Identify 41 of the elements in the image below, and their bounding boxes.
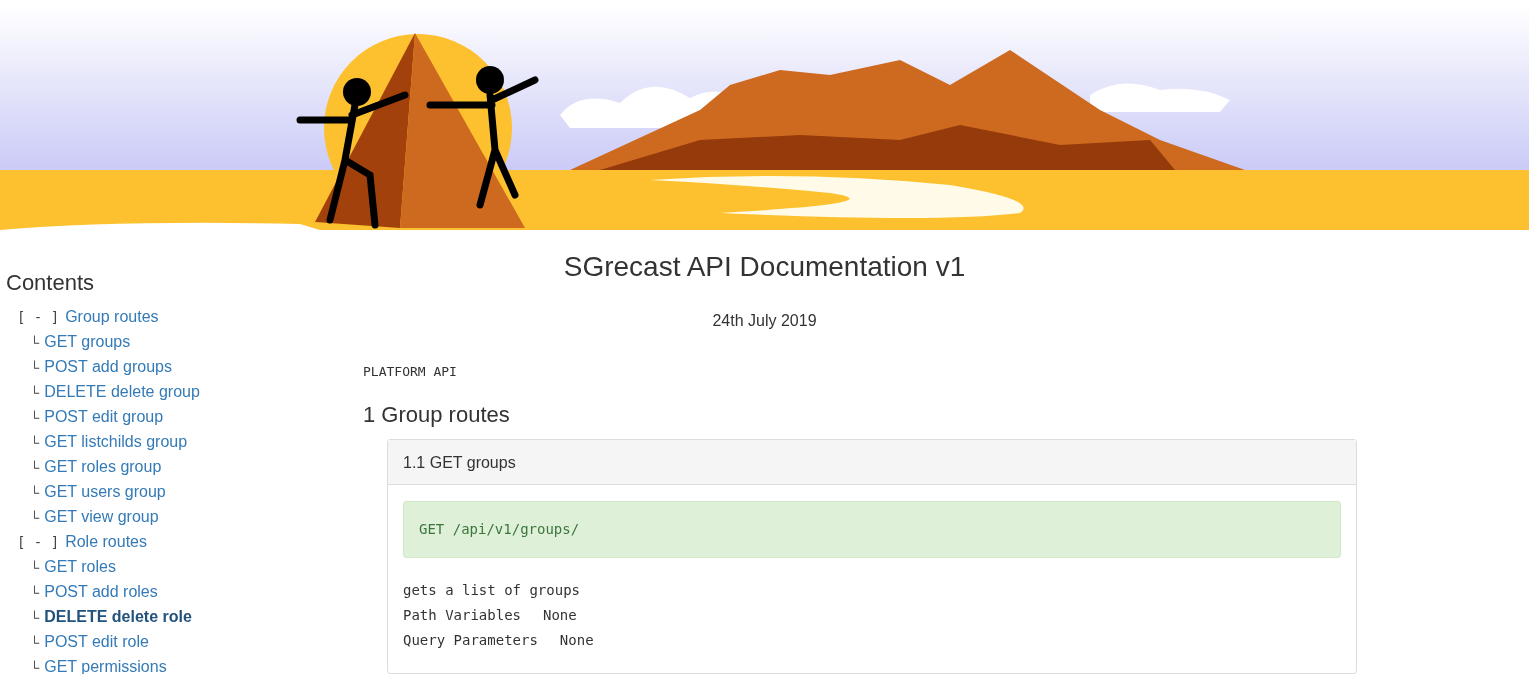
route-box: GET /api/v1/groups/ — [403, 501, 1341, 558]
param-name: Path Variables — [403, 606, 521, 625]
tree-branch-mark: └ — [30, 384, 40, 402]
param-value: None — [543, 606, 577, 625]
api-label: PLATFORM API — [363, 363, 458, 381]
tree-branch-mark: └ — [30, 509, 40, 527]
date-text: 24th July 2019 — [711, 311, 818, 331]
collapse-toggle[interactable]: [ - ] — [17, 530, 60, 555]
tree-branch-mark: └ — [30, 584, 40, 602]
toc-link[interactable]: DELETE delete role — [44, 604, 192, 629]
toc-link[interactable]: GET roles — [44, 554, 116, 579]
tree-branch-mark: └ — [30, 334, 40, 352]
tree-branch-mark: └ — [30, 609, 40, 627]
collapse-toggle[interactable]: [ - ] — [17, 305, 60, 330]
toc-link[interactable]: POST add roles — [44, 579, 158, 604]
toc-link[interactable]: GET users group — [44, 479, 166, 504]
panel-heading: 1.1 GET groups — [388, 440, 1356, 485]
toc-link[interactable]: POST edit group — [44, 404, 164, 429]
toc-section-link[interactable]: Group routes — [65, 304, 159, 329]
param-name: Query Parameters — [403, 631, 538, 650]
toc-section-link[interactable]: Role routes — [65, 529, 147, 554]
contents-heading: Contents — [6, 270, 96, 296]
toc-link[interactable]: DELETE delete group — [44, 379, 200, 404]
tree-branch-mark: └ — [30, 559, 40, 577]
toc-link[interactable]: GET view group — [44, 504, 159, 529]
toc-link[interactable]: GET listchilds group — [44, 429, 188, 454]
toc-link[interactable]: GET groups — [44, 329, 131, 354]
toc-link[interactable]: POST edit role — [44, 629, 149, 654]
toc-link[interactable]: POST add groups — [44, 354, 172, 379]
description-text: gets a list of groups — [403, 581, 581, 600]
tree-branch-mark: └ — [30, 359, 40, 377]
tree-branch-mark: └ — [30, 659, 40, 674]
tree-branch-mark: └ — [30, 634, 40, 652]
tree-branch-mark: └ — [30, 409, 40, 427]
page-title: SGrecast API Documentation v1 — [563, 250, 966, 284]
section-heading: 1 Group routes — [363, 401, 511, 429]
tree-branch-mark: └ — [30, 484, 40, 502]
tree-branch-mark: └ — [30, 434, 40, 452]
tree-branch-mark: └ — [30, 459, 40, 477]
toc-link[interactable]: GET roles group — [44, 454, 162, 479]
param-value: None — [559, 631, 594, 650]
